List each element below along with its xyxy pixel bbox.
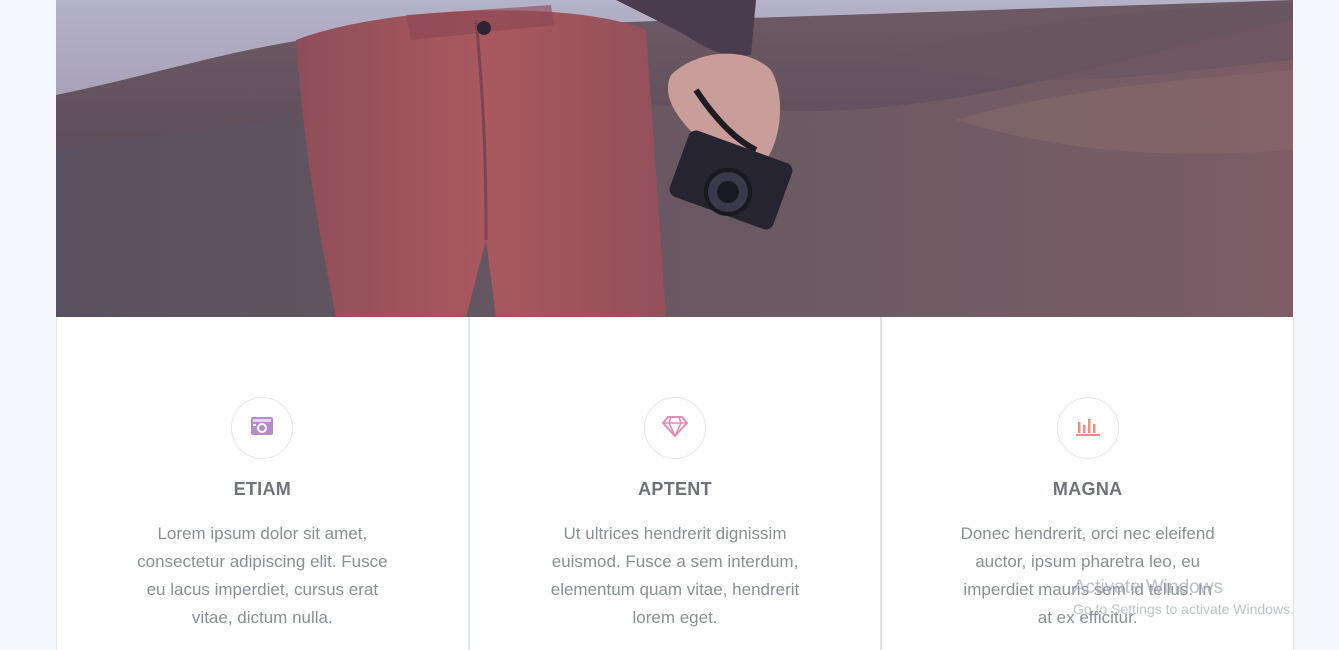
- feature-card-etiam: ETIAM Lorem ipsum dolor sit amet, consec…: [56, 317, 469, 650]
- feature-icon-ring: [644, 397, 706, 459]
- feature-card-aptent: APTENT Ut ultrices hendrerit dignissim e…: [467, 317, 882, 650]
- features-row: ETIAM Lorem ipsum dolor sit amet, consec…: [56, 317, 1295, 650]
- feature-title: MAGNA: [1052, 479, 1123, 499]
- diamond-icon: [662, 415, 688, 442]
- feature-card-magna: MAGNA Donec hendrerit, orci nec eleifend…: [880, 317, 1295, 650]
- camera-icon: [250, 415, 274, 442]
- feature-title: ETIAM: [233, 479, 292, 499]
- bar-chart-icon: [1075, 416, 1100, 441]
- feature-icon-ring: [1056, 397, 1119, 459]
- hero-photo-illustration: [56, 0, 1293, 317]
- feature-icon-ring: [231, 397, 294, 459]
- page: ETIAM Lorem ipsum dolor sit amet, consec…: [0, 0, 1339, 650]
- feature-description: Donec hendrerit, orci nec eleifend aucto…: [960, 524, 1215, 627]
- feature-title: APTENT: [638, 479, 712, 499]
- feature-description: Lorem ipsum dolor sit amet, consectetur …: [137, 524, 388, 627]
- feature-description: Ut ultrices hendrerit dignissim euismod.…: [550, 524, 800, 627]
- hero-image: [56, 0, 1293, 317]
